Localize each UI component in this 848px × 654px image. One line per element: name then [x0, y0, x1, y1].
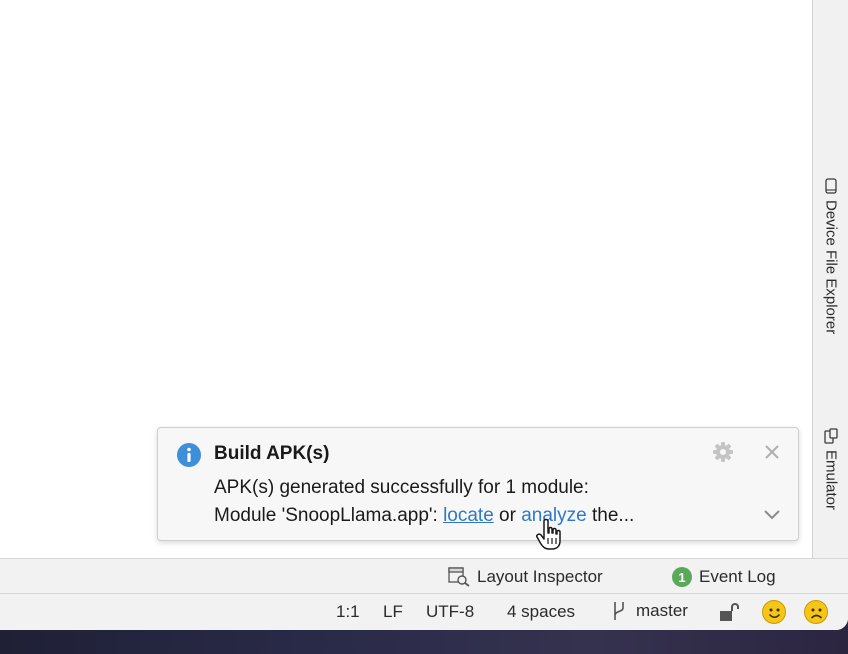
layout-inspector-icon [448, 567, 470, 587]
emulator-button[interactable]: Emulator [813, 428, 848, 510]
event-log-button[interactable]: 1 Event Log [672, 565, 776, 589]
line-separator[interactable]: LF [383, 602, 403, 622]
device-file-explorer-button[interactable]: Device File Explorer [813, 178, 848, 334]
close-icon[interactable] [762, 442, 782, 462]
or-text: or [493, 505, 522, 526]
status-bar: 1:1 LF UTF-8 4 spaces master [0, 594, 848, 630]
chevron-down-icon[interactable] [762, 508, 782, 522]
gear-icon[interactable] [712, 441, 734, 463]
vcs-branch-widget[interactable]: master [610, 600, 688, 622]
device-file-explorer-label: Device File Explorer [822, 200, 840, 335]
happy-smiley-icon[interactable] [762, 600, 786, 624]
locate-link[interactable]: locate [443, 505, 494, 526]
ellipsis-text: the... [586, 505, 635, 526]
notification-actions-line: Module 'SnoopLlama.app': locate or analy… [214, 505, 634, 527]
ide-window: Device File Explorer Emulator Build APK(… [0, 0, 848, 630]
module-text: Module 'SnoopLlama.app': [214, 505, 444, 526]
indent-setting[interactable]: 4 spaces [507, 602, 575, 622]
emulator-label: Emulator [822, 450, 840, 511]
caret-position[interactable]: 1:1 [336, 602, 360, 622]
build-notification-balloon: Build APK(s) APK(s) generated successful… [157, 427, 799, 541]
branch-name: master [636, 601, 688, 620]
lock-icon[interactable] [718, 602, 740, 622]
info-icon [177, 443, 201, 467]
notification-message: APK(s) generated successfully for 1 modu… [214, 477, 589, 498]
hand-cursor-icon [536, 518, 561, 550]
sad-smiley-icon[interactable] [804, 600, 828, 624]
git-branch-icon [614, 602, 624, 620]
emulator-icon [824, 428, 838, 444]
file-encoding[interactable]: UTF-8 [426, 602, 474, 622]
layout-inspector-label: Layout Inspector [477, 567, 603, 586]
layout-inspector-button[interactable]: Layout Inspector [448, 565, 603, 589]
event-log-label: Event Log [699, 567, 776, 586]
tool-window-bar: Layout Inspector 1 Event Log [0, 558, 848, 594]
event-log-count-badge: 1 [672, 567, 692, 587]
notification-title: Build APK(s) [214, 443, 330, 464]
right-tool-strip: Device File Explorer Emulator [812, 0, 848, 558]
device-icon [825, 178, 837, 194]
